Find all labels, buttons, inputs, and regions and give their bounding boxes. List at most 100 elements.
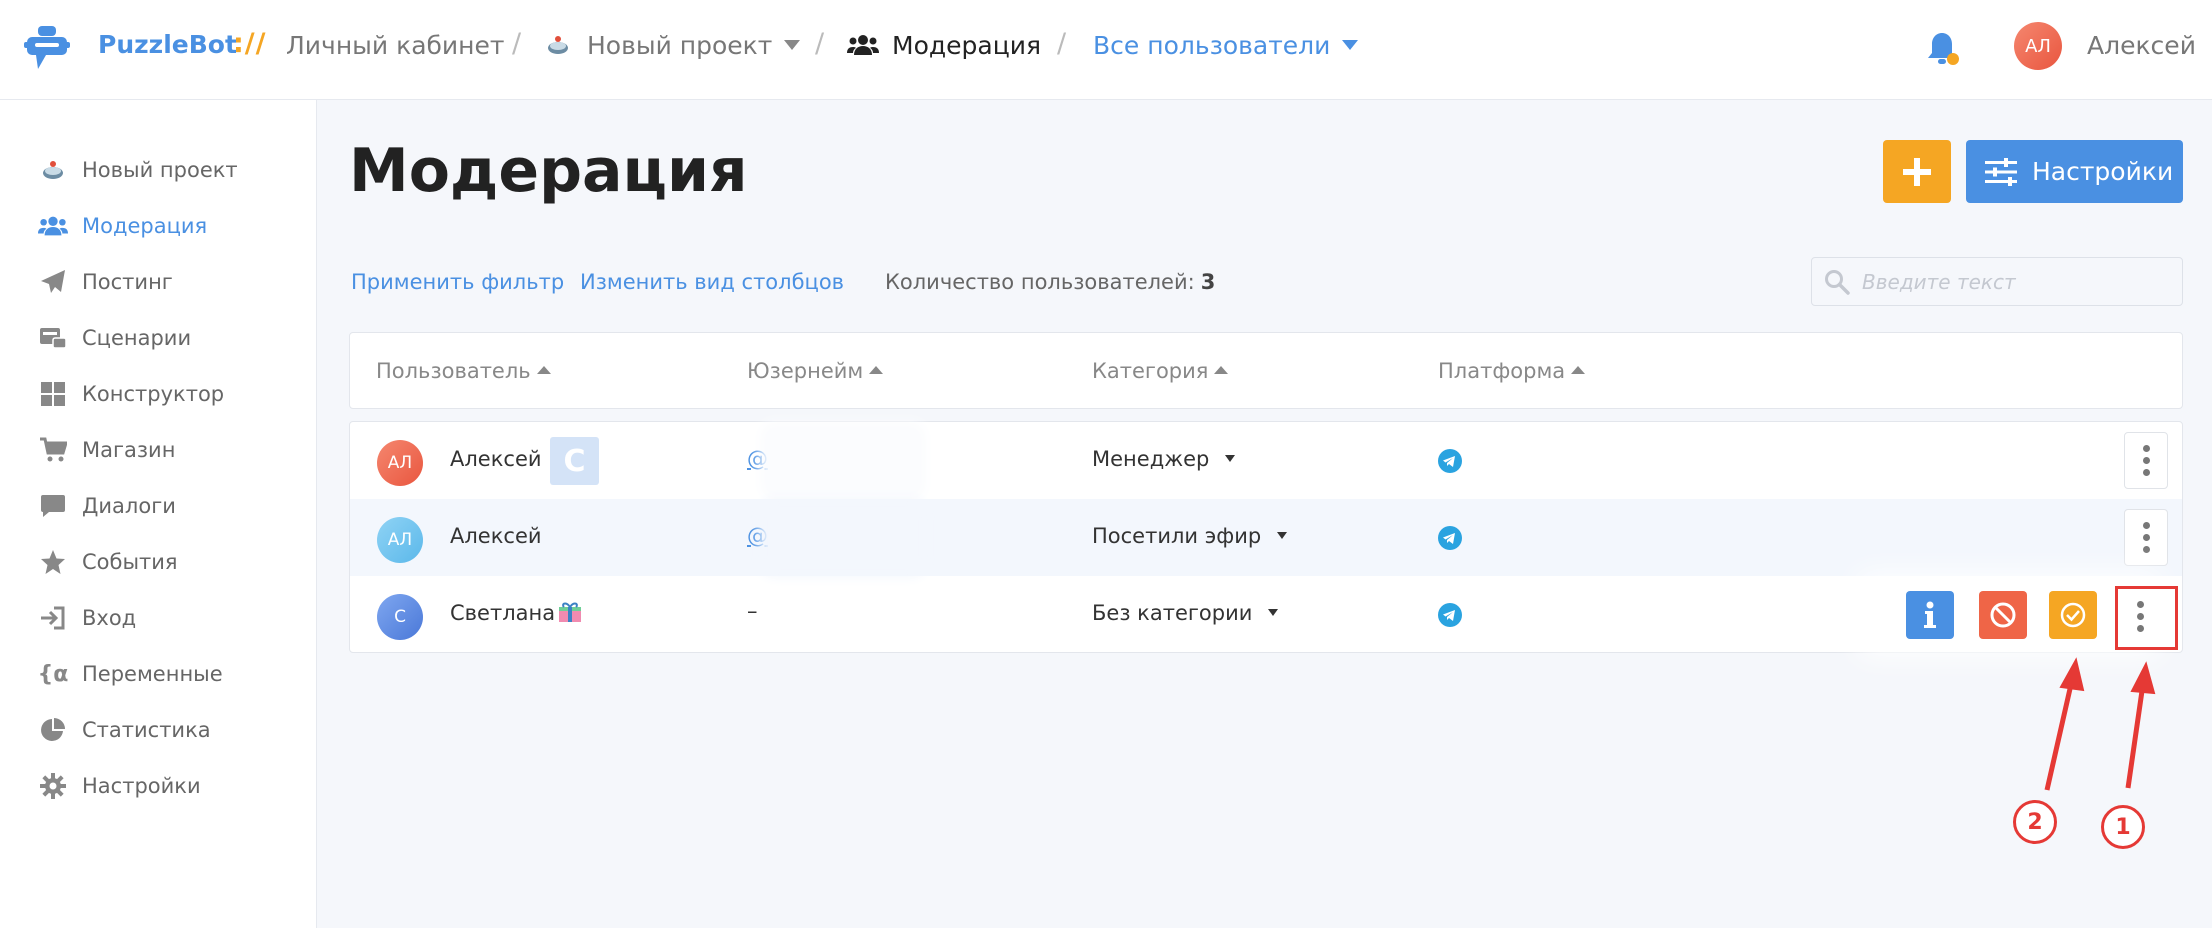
column-category[interactable]: Категория <box>1092 359 1229 383</box>
blurred-username <box>768 430 918 492</box>
sort-up-icon <box>1214 366 1229 374</box>
chat-icon <box>38 491 68 521</box>
variable-icon: {α <box>37 661 69 687</box>
username-link[interactable]: @ <box>747 447 768 471</box>
column-user[interactable]: Пользователь <box>376 359 551 383</box>
gear-icon <box>38 771 68 801</box>
user-name[interactable]: Алексей <box>450 447 542 471</box>
breadcrumb-project-label: Новый проект <box>587 31 773 60</box>
block-button[interactable] <box>1979 591 2027 639</box>
puzzlebot-logo-icon[interactable] <box>24 25 70 71</box>
sidebar-item-login[interactable]: Вход <box>38 598 136 638</box>
avatar[interactable]: АЛ <box>2014 22 2062 70</box>
top-bar: PuzzleBot :// Личный кабинет / Новый про… <box>0 0 2212 100</box>
breadcrumb-moderation: Модерация <box>892 31 1042 60</box>
sidebar-item-label: Статистика <box>82 718 211 742</box>
sidebar-item-project[interactable]: Новый проект <box>38 150 238 190</box>
grid-icon <box>38 379 68 409</box>
user-name[interactable]: Светлана <box>450 601 555 625</box>
category-value: Посетили эфир <box>1092 524 1262 548</box>
user-name[interactable]: Алексей <box>450 524 542 548</box>
login-icon <box>38 603 68 633</box>
sort-up-icon <box>1571 366 1586 374</box>
column-label: Платформа <box>1438 359 1566 383</box>
info-button[interactable] <box>1906 591 1954 639</box>
column-platform[interactable]: Платформа <box>1438 359 1586 383</box>
search-input[interactable] <box>1862 269 2172 294</box>
brand-name[interactable]: PuzzleBot <box>98 30 237 59</box>
sidebar-item-settings[interactable]: Настройки <box>38 766 201 806</box>
table-row[interactable]: АЛ Алексей @ Посетили эфир <box>350 499 2182 576</box>
annotation-marker-1: 1 <box>2101 805 2145 849</box>
plus-icon <box>1903 157 1931 186</box>
search-icon <box>1825 269 1850 295</box>
sidebar-item-scenarios[interactable]: Сценарии <box>38 318 191 358</box>
annotation-marker-2: 2 <box>2013 800 2057 844</box>
row-menu-button[interactable] <box>2124 509 2168 566</box>
sidebar-item-label: Сценарии <box>82 326 192 350</box>
category-select[interactable]: Посетили эфир <box>1092 524 1288 548</box>
column-label: Юзернейм <box>747 359 864 383</box>
chevron-down-icon <box>1342 40 1359 50</box>
sidebar-item-events[interactable]: События <box>38 542 178 582</box>
highlight-box <box>2115 586 2178 650</box>
cart-icon <box>38 435 68 465</box>
sidebar-item-dialogs[interactable]: Диалоги <box>38 486 176 526</box>
breadcrumb-separator: / <box>815 28 825 59</box>
sidebar-item-moderation[interactable]: Модерация <box>38 206 207 246</box>
sliders-icon <box>1985 157 2017 186</box>
ban-icon <box>1990 602 2016 628</box>
paper-plane-icon <box>38 267 68 297</box>
row-menu-button[interactable] <box>2124 432 2168 489</box>
blurred-username <box>768 507 918 569</box>
sidebar-item-label: Диалоги <box>82 494 176 518</box>
bell-icon[interactable] <box>1924 30 1960 68</box>
breadcrumb-separator: / <box>1057 28 1067 59</box>
table-header: Пользователь Юзернейм Категория Платформ… <box>349 332 2183 409</box>
star-icon <box>38 547 68 577</box>
username-link[interactable]: @ <box>747 524 768 548</box>
telegram-icon <box>1438 603 1462 627</box>
users-icon <box>847 35 879 55</box>
breadcrumb-project[interactable]: Новый проект <box>587 31 801 60</box>
username-empty: – <box>747 599 758 623</box>
users-icon <box>38 211 68 241</box>
caret-down-icon <box>1277 532 1288 539</box>
breadcrumb-cabinet[interactable]: Личный кабинет <box>286 31 504 60</box>
sidebar-item-variables[interactable]: {α Переменные <box>38 654 223 694</box>
sidebar-item-label: Настройки <box>82 774 201 798</box>
sidebar-item-posting[interactable]: Постинг <box>38 262 173 302</box>
change-columns-link[interactable]: Изменить вид столбцов <box>580 270 844 294</box>
user-badge: С <box>550 437 599 485</box>
category-select[interactable]: Без категории <box>1092 601 1279 625</box>
sidebar-item-statistics[interactable]: Статистика <box>38 710 211 750</box>
user-name-label: Светлана <box>450 601 556 625</box>
sidebar-item-constructor[interactable]: Конструктор <box>38 374 224 414</box>
check-circle-icon <box>2060 602 2086 628</box>
sidebar-item-label: Постинг <box>82 270 173 294</box>
category-value: Без категории <box>1092 601 1253 625</box>
approve-button[interactable] <box>2049 591 2097 639</box>
sort-up-icon <box>536 366 551 374</box>
avatar: АЛ <box>377 517 423 563</box>
table-row[interactable]: АЛ Алексей С @ Менеджер <box>350 422 2182 499</box>
pie-chart-icon <box>38 715 68 745</box>
add-button[interactable] <box>1883 140 1951 203</box>
telegram-icon <box>1438 449 1462 473</box>
category-select[interactable]: Менеджер <box>1092 447 1236 471</box>
brand-separator: :// <box>233 28 267 59</box>
sidebar: Новый проект Модерация Постинг Сценарии … <box>0 100 317 928</box>
user-name[interactable]: Алексей <box>2087 31 2196 60</box>
chevron-down-icon <box>784 40 801 50</box>
avatar: С <box>377 594 423 640</box>
caret-down-icon <box>1225 455 1236 462</box>
sidebar-item-shop[interactable]: Магазин <box>38 430 175 470</box>
settings-button-label: Настройки <box>2032 157 2174 186</box>
settings-button[interactable]: Настройки <box>1966 140 2183 203</box>
sidebar-item-label: Модерация <box>82 214 208 238</box>
apply-filter-link[interactable]: Применить фильтр <box>351 270 564 294</box>
users-filter-dropdown[interactable]: Все пользователи <box>1093 31 1359 60</box>
column-username[interactable]: Юзернейм <box>747 359 884 383</box>
info-icon <box>1924 601 1936 628</box>
project-icon <box>548 36 568 54</box>
